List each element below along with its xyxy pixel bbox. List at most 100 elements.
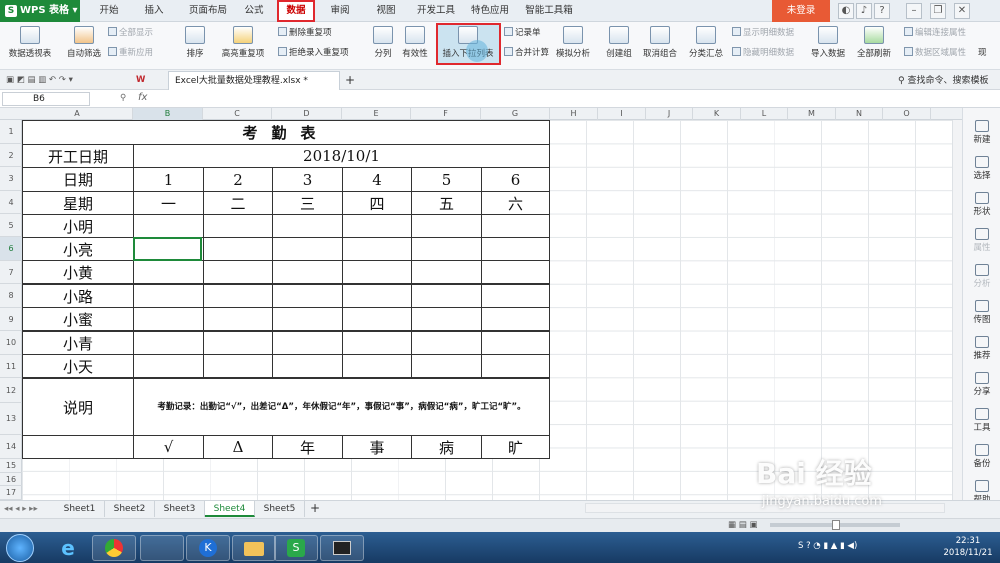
row-header[interactable]: 13 xyxy=(0,403,22,435)
row-header[interactable]: 16 xyxy=(0,473,22,486)
attendance-cell[interactable] xyxy=(203,354,273,378)
employee-name-cell[interactable]: 小路 xyxy=(22,284,134,308)
sheet-nav-arrows[interactable]: ◂◂ ◂ ▸ ▸▸ xyxy=(4,502,38,516)
pivot-table-button[interactable]: 数据透视表 xyxy=(2,24,58,68)
attendance-cell[interactable] xyxy=(411,284,482,308)
column-header[interactable]: C xyxy=(203,108,272,120)
attendance-cell[interactable] xyxy=(411,260,482,284)
data-range-button[interactable]: 数据区域属性 xyxy=(904,46,966,60)
column-header[interactable]: H xyxy=(550,108,598,120)
menu-insert[interactable]: 插入 xyxy=(136,0,172,22)
close-icon[interactable]: ✕ xyxy=(954,3,970,19)
column-header[interactable]: F xyxy=(411,108,481,120)
clock[interactable]: 22:31 2018/11/21 xyxy=(938,535,998,559)
start-date-label-cell[interactable]: 开工日期 xyxy=(22,144,134,168)
menu-smart-tools[interactable]: 智能工具箱 xyxy=(516,0,582,22)
validity-button[interactable]: 有效性 xyxy=(398,24,432,68)
sheet-tab[interactable]: Sheet5 xyxy=(255,501,305,517)
bell-icon[interactable]: ♪ xyxy=(856,3,872,19)
attendance-cell[interactable] xyxy=(481,307,550,331)
start-button[interactable] xyxy=(6,534,34,562)
attendance-cell[interactable] xyxy=(272,331,343,355)
attendance-cell[interactable] xyxy=(481,354,550,378)
attendance-cell[interactable] xyxy=(342,307,412,331)
attendance-cell[interactable] xyxy=(133,307,204,331)
attendance-cell[interactable] xyxy=(411,331,482,355)
menu-special[interactable]: 特色应用 xyxy=(462,0,518,22)
attendance-cell[interactable] xyxy=(342,354,412,378)
panel-share[interactable]: 分享 xyxy=(963,372,1000,397)
column-header[interactable]: O xyxy=(883,108,931,120)
panel-backup[interactable]: 备份 xyxy=(963,444,1000,469)
system-tray-icons[interactable]: S ? ◔ ▮ ▲ ▮ ◀) xyxy=(798,539,857,553)
employee-name-cell[interactable]: 小亮 xyxy=(22,237,134,261)
chrome-icon[interactable] xyxy=(92,535,136,561)
row-header[interactable]: 15 xyxy=(0,459,22,473)
command-search[interactable]: ⚲ 查找命令、搜索模板 xyxy=(898,73,988,86)
menu-start[interactable]: 开始 xyxy=(90,0,128,22)
column-header[interactable]: G xyxy=(481,108,550,120)
row-header[interactable]: 17 xyxy=(0,486,22,500)
attendance-cell[interactable] xyxy=(272,237,343,261)
attendance-cell[interactable] xyxy=(411,307,482,331)
highlight-duplicates-button[interactable]: 高亮重复项 xyxy=(216,24,270,68)
column-header[interactable]: I xyxy=(598,108,646,120)
attendance-cell[interactable] xyxy=(203,214,273,238)
create-group-button[interactable]: 创建组 xyxy=(602,24,636,68)
attendance-cell[interactable] xyxy=(342,214,412,238)
day-cell[interactable]: 1 xyxy=(133,167,204,192)
subtotal-button[interactable]: 分类汇总 xyxy=(686,24,726,68)
folder-icon[interactable] xyxy=(232,535,276,561)
attendance-cell[interactable] xyxy=(342,284,412,308)
refresh-all-button[interactable]: 全部刷新 xyxy=(852,24,896,68)
date-label-cell[interactable]: 日期 xyxy=(22,167,134,192)
panel-new[interactable]: 新建 xyxy=(963,120,1000,145)
employee-name-cell[interactable]: 小蜜 xyxy=(22,307,134,331)
minimize-icon[interactable]: – xyxy=(906,3,922,19)
employee-name-cell[interactable]: 小青 xyxy=(22,331,134,355)
ie-icon[interactable]: e xyxy=(46,535,90,561)
symbol-cell[interactable]: 病 xyxy=(411,435,482,459)
delete-duplicates-button[interactable]: 删除重复项 xyxy=(278,26,332,40)
panel-shape[interactable]: 形状 xyxy=(963,192,1000,217)
attendance-cell[interactable] xyxy=(481,214,550,238)
menu-view[interactable]: 视图 xyxy=(368,0,404,22)
start-date-cell[interactable]: 2018/10/1 xyxy=(133,144,550,168)
wps-spreadsheet-taskbar-icon[interactable]: S xyxy=(274,535,318,561)
note-text-cell[interactable]: 考勤记录：出勤记“√”，出差记“Δ”，年休假记“年”，事假记“事”，病假记“病”… xyxy=(133,378,550,436)
quick-access-toolbar[interactable]: ▣ ◩ ▤ ▥ ↶ ↷ ▾ xyxy=(6,73,73,87)
attendance-cell[interactable] xyxy=(411,237,482,261)
show-all-button[interactable]: 全部显示 xyxy=(108,26,153,40)
attendance-cell[interactable] xyxy=(481,237,550,261)
k-app-icon[interactable]: K xyxy=(186,535,230,561)
wps-w-icon[interactable]: W xyxy=(136,73,145,87)
sheet-tab[interactable]: Sheet2 xyxy=(105,501,155,517)
panel-recommend[interactable]: 推荐 xyxy=(963,336,1000,361)
fx-icon[interactable]: fx xyxy=(138,92,147,103)
attendance-cell[interactable] xyxy=(411,354,482,378)
row-header[interactable]: 5 xyxy=(0,214,22,237)
column-header[interactable]: B xyxy=(133,108,203,120)
help-icon[interactable]: ? xyxy=(874,3,890,19)
attendance-cell[interactable] xyxy=(481,284,550,308)
row-header[interactable]: 12 xyxy=(0,378,22,403)
recorder-icon[interactable] xyxy=(320,535,364,561)
column-header[interactable]: N xyxy=(836,108,883,120)
row-header[interactable]: 10 xyxy=(0,331,22,355)
note-label-cell[interactable]: 说明 xyxy=(22,378,134,436)
symbol-cell[interactable]: √ xyxy=(133,435,204,459)
column-header[interactable]: E xyxy=(342,108,411,120)
column-header[interactable]: A xyxy=(22,108,133,120)
skin-icon[interactable]: ◐ xyxy=(838,3,854,19)
menu-review[interactable]: 审阅 xyxy=(322,0,358,22)
menu-page-layout[interactable]: 页面布局 xyxy=(178,0,238,22)
document-tab[interactable]: Excel大批量数据处理教程.xlsx * xyxy=(168,71,340,90)
row-header[interactable]: 3 xyxy=(0,167,22,191)
app-icon[interactable] xyxy=(140,535,184,561)
restore-icon[interactable]: ❐ xyxy=(930,3,946,19)
column-header[interactable]: J xyxy=(646,108,693,120)
login-button[interactable]: 未登录 xyxy=(772,0,830,22)
attendance-cell[interactable] xyxy=(203,307,273,331)
attendance-cell[interactable] xyxy=(203,331,273,355)
day-cell[interactable]: 6 xyxy=(481,167,550,192)
